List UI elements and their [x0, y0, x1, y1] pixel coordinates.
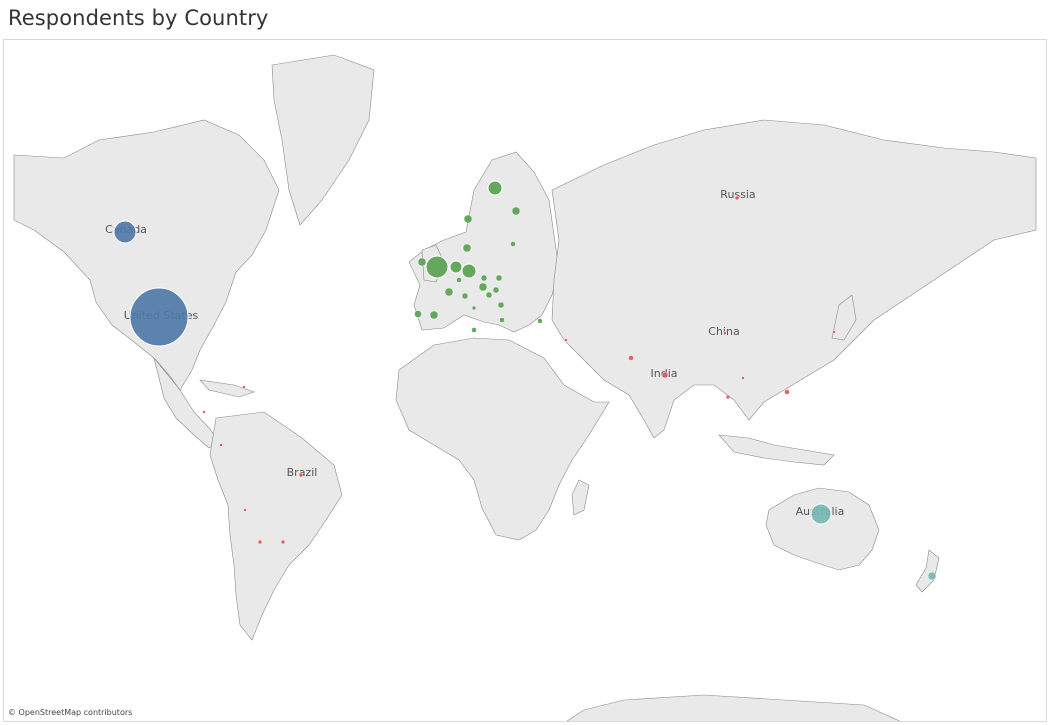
bubble-europe-14[interactable] — [485, 291, 493, 299]
bubble-europe-0[interactable] — [425, 255, 449, 279]
landmass-madagascar — [571, 479, 590, 516]
bubble-europe-10[interactable] — [461, 292, 469, 300]
country-label-brazil: Brazil — [287, 466, 318, 479]
bubble-asia_other-9[interactable] — [298, 472, 304, 478]
bubble-europe-11[interactable] — [429, 310, 439, 320]
bubble-europe-2[interactable] — [449, 260, 463, 274]
map-attribution: © OpenStreetMap contributors — [8, 708, 133, 717]
bubble-asia_other-6[interactable] — [741, 376, 745, 380]
bubble-asia_other-13[interactable] — [219, 443, 223, 447]
bubble-europe-16[interactable] — [480, 274, 488, 282]
bubble-europe-22[interactable] — [456, 277, 462, 283]
bubble-oceania-1[interactable] — [927, 571, 937, 581]
world-map[interactable]: RussiaCanadaUnited StatesChinaIndiaBrazi… — [3, 39, 1047, 722]
page-title: Respondents by Country — [8, 6, 269, 30]
bubble-europe-6[interactable] — [463, 214, 473, 224]
bubble-europe-3[interactable] — [487, 180, 503, 196]
bubble-europe-12[interactable] — [414, 310, 422, 318]
bubble-asia_other-10[interactable] — [257, 539, 263, 545]
map-canvas[interactable]: RussiaCanadaUnited StatesChinaIndiaBrazi… — [4, 40, 1047, 722]
bubble-europe-15[interactable] — [497, 301, 505, 309]
bubble-europe-5[interactable] — [511, 206, 521, 216]
bubble-europe-20[interactable] — [471, 327, 477, 333]
bubble-europe-18[interactable] — [510, 241, 516, 247]
bubble-europe-21[interactable] — [499, 317, 505, 323]
bubble-europe-19[interactable] — [537, 318, 543, 324]
bubble-europe-9[interactable] — [444, 287, 454, 297]
bubble-asia_other-11[interactable] — [280, 539, 286, 545]
bubble-europe-17[interactable] — [495, 274, 503, 282]
bubble-asia_other-5[interactable] — [784, 389, 790, 395]
bubble-europe-13[interactable] — [492, 286, 500, 294]
land-layer — [13, 54, 1037, 721]
bubble-europe-8[interactable] — [478, 282, 488, 292]
bubble-asia_other-2[interactable] — [628, 355, 634, 361]
landmass-australia — [765, 487, 880, 571]
landmass-caribbean — [199, 379, 255, 398]
bubble-oceania-0[interactable] — [810, 503, 832, 525]
landmass-europe — [408, 151, 560, 333]
bubble-europe-1[interactable] — [461, 263, 477, 279]
landmass-greenland — [271, 54, 375, 226]
bubble-asia_other-15[interactable] — [242, 385, 246, 389]
bubble-europe-23[interactable] — [471, 305, 477, 311]
bubble-americas-0[interactable] — [129, 287, 189, 347]
landmass-asia — [551, 119, 1037, 439]
landmass-south-america — [209, 411, 343, 641]
bubble-asia_other-7[interactable] — [832, 330, 836, 334]
bubble-asia_other-1[interactable] — [661, 371, 669, 379]
country-label-china: China — [708, 325, 739, 338]
bubble-asia_other-12[interactable] — [243, 508, 247, 512]
bubble-europe-7[interactable] — [462, 243, 472, 253]
bubble-asia_other-4[interactable] — [725, 394, 731, 400]
bubble-asia_other-14[interactable] — [202, 410, 206, 414]
bubble-asia_other-0[interactable] — [734, 195, 740, 201]
bubble-asia_other-3[interactable] — [723, 331, 727, 335]
landmass-antarctica-edge — [566, 694, 901, 721]
bubble-europe-4[interactable] — [417, 257, 427, 267]
landmass-new-zealand — [915, 549, 940, 593]
bubble-americas-1[interactable] — [113, 220, 137, 244]
bubble-asia_other-8[interactable] — [564, 338, 568, 342]
landmass-north-america — [13, 119, 280, 391]
landmass-southeast-asia-islands — [718, 434, 835, 466]
